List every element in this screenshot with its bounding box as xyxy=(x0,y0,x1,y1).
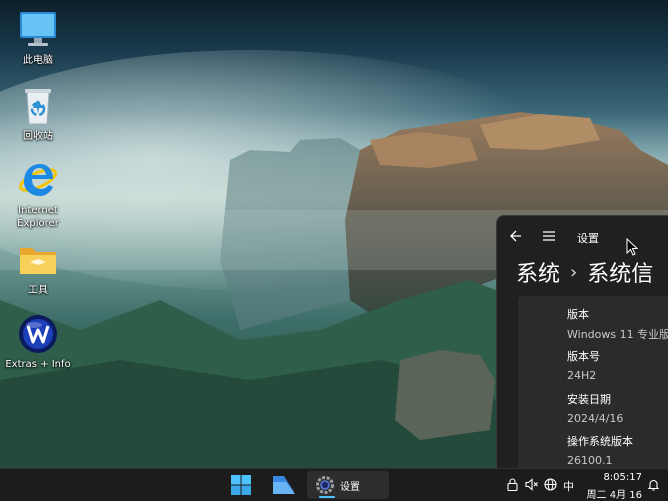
notification-bell-icon[interactable] xyxy=(646,477,661,492)
volume-mute-icon[interactable] xyxy=(524,477,539,492)
breadcrumb-item-system[interactable]: 系统 xyxy=(516,256,560,288)
os-build-value: 26100.1 xyxy=(567,454,613,467)
clock-date[interactable]: 周二 4月 16 xyxy=(580,486,642,501)
taskbar: 设置 中 8:05:17 周二 4月 16 xyxy=(0,468,668,501)
settings-window: 设置 系统 › 系统信 版本 Windows 11 专业版 版本号 24H2 安… xyxy=(496,215,668,469)
monitor-icon xyxy=(20,12,56,46)
desktop-icon-recycle-bin[interactable]: 回收站 xyxy=(0,84,76,143)
mouse-cursor-icon xyxy=(626,238,638,256)
extras-info-icon xyxy=(19,315,57,353)
folder-icon xyxy=(20,248,56,274)
install-date-value: 2024/4/16 xyxy=(567,412,624,425)
settings-titlebar: 设置 xyxy=(497,216,668,256)
desktop-icon-extras-info[interactable]: Extras + Info xyxy=(0,312,76,371)
desktop-icon-label: Extras + Info xyxy=(5,359,71,370)
desktop-icon-label: 此电脑 xyxy=(23,55,53,66)
clock-time[interactable]: 8:05:17 xyxy=(586,472,642,483)
desktop-icon-tools-folder[interactable]: 工具 xyxy=(0,238,76,297)
edition-value: Windows 11 专业版 xyxy=(567,328,668,341)
settings-window-title: 设置 xyxy=(577,232,599,245)
chevron-right-icon: › xyxy=(570,261,578,283)
lock-icon[interactable] xyxy=(505,477,520,492)
breadcrumb: 系统 › 系统信 xyxy=(516,256,653,288)
active-app-indicator xyxy=(319,496,335,498)
system-info-card: 版本 Windows 11 专业版 版本号 24H2 安装日期 2024/4/1… xyxy=(518,296,668,469)
desktop-icon-internet-explorer[interactable]: Internet Explorer xyxy=(0,158,76,230)
version-value: 24H2 xyxy=(567,369,597,382)
desktop-icon-label: Internet Explorer xyxy=(17,205,59,229)
internet-explorer-icon xyxy=(19,164,57,196)
globe-network-icon[interactable] xyxy=(543,477,558,492)
install-date-label: 安装日期 xyxy=(567,393,611,406)
breadcrumb-item-system-info: 系统信 xyxy=(587,262,654,287)
start-windows-icon[interactable] xyxy=(228,472,254,498)
version-label: 版本号 xyxy=(567,350,600,363)
taskbar-settings-label: 设置 xyxy=(340,482,360,493)
desktop-icon-label: 回收站 xyxy=(23,131,53,142)
recycle-bin-icon xyxy=(25,89,51,125)
input-method-indicator[interactable]: 中 xyxy=(563,478,574,494)
taskbar-settings-button[interactable]: 设置 xyxy=(307,471,389,499)
desktop-icon-this-pc[interactable]: 此电脑 xyxy=(0,8,76,67)
file-explorer-icon[interactable] xyxy=(270,472,298,498)
back-arrow-icon[interactable] xyxy=(506,225,528,247)
hamburger-menu-icon[interactable] xyxy=(538,225,560,247)
os-build-label: 操作系统版本 xyxy=(567,435,633,448)
edition-label: 版本 xyxy=(567,308,589,321)
desktop-icon-label: 工具 xyxy=(28,285,48,296)
gear-icon xyxy=(316,476,334,494)
